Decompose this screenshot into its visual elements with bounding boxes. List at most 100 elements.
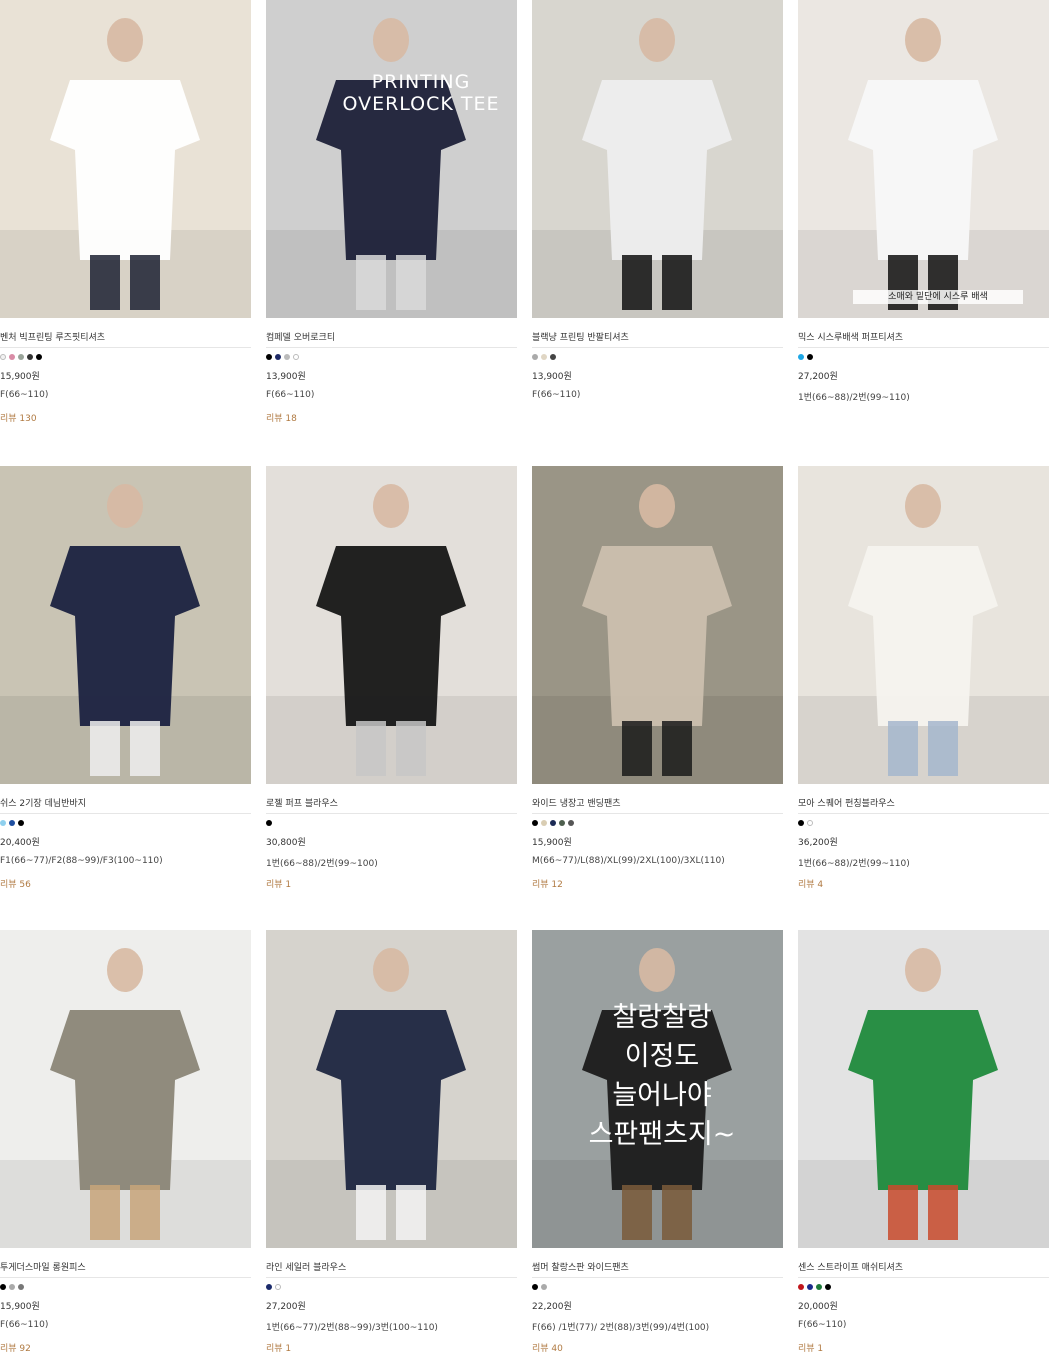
product-image[interactable] <box>0 0 251 318</box>
color-swatch <box>532 820 538 826</box>
divider <box>798 347 1049 348</box>
review-count[interactable]: 리뷰 12 <box>532 877 563 890</box>
product-name[interactable]: 로젤 퍼프 블라우스 <box>266 796 517 809</box>
review-count[interactable]: 리뷰 1 <box>798 1341 823 1354</box>
product-name[interactable]: 센스 스트라이프 매쉬티셔츠 <box>798 1260 1049 1273</box>
color-swatches <box>266 354 299 362</box>
color-swatch <box>559 820 565 826</box>
striped-mesh-tshirt-photo <box>798 930 1049 1248</box>
product-image[interactable] <box>0 466 251 784</box>
divider <box>798 813 1049 814</box>
divider <box>798 1277 1049 1278</box>
product-price: 15,900원 <box>532 838 572 848</box>
color-swatch <box>0 354 6 360</box>
color-swatch <box>0 820 6 826</box>
cat-tshirt-photo <box>532 0 783 318</box>
product-size: F(66~110) <box>0 1320 49 1330</box>
product-name[interactable]: 쉬스 2기장 데님반바지 <box>0 796 251 809</box>
product-image[interactable] <box>0 930 251 1248</box>
product-name[interactable]: 썸머 찰랑스판 와이드팬츠 <box>532 1260 783 1273</box>
divider <box>266 813 517 814</box>
color-swatch <box>9 820 15 826</box>
review-count[interactable]: 리뷰 1 <box>266 877 291 890</box>
product-price: 13,900원 <box>266 372 306 382</box>
image-overlay-text: 찰랑찰랑 이정도 늘어나야 스판팬츠지~ <box>588 1002 736 1151</box>
color-swatch <box>293 354 299 360</box>
product-price: 27,200원 <box>798 372 838 382</box>
color-swatch <box>0 1284 6 1290</box>
product-name[interactable]: 모아 스퀘어 펀칭블라우스 <box>798 796 1049 809</box>
review-count[interactable]: 리뷰 1 <box>266 1341 291 1354</box>
product-price: 20,400원 <box>0 838 40 848</box>
product-name[interactable]: 투게더스마일 롱원피스 <box>0 1260 251 1273</box>
product-price: 36,200원 <box>798 838 838 848</box>
seethrough-tshirt-photo <box>798 0 1049 318</box>
wide-pants-photo <box>532 466 783 784</box>
color-swatch <box>807 820 813 826</box>
product-image[interactable] <box>532 0 783 318</box>
review-count[interactable]: 리뷰 40 <box>532 1341 563 1354</box>
product-image[interactable] <box>266 930 517 1248</box>
punching-blouse-photo <box>798 466 1049 784</box>
color-swatch <box>266 354 272 360</box>
product-size: 1번(66~77)/2번(88~99)/3번(100~110) <box>266 1323 438 1333</box>
color-swatches <box>532 820 574 828</box>
product-image[interactable]: 소매와 밑단에 시스루 배색 <box>798 0 1049 318</box>
divider <box>0 1277 251 1278</box>
color-swatches <box>532 1284 547 1292</box>
review-count[interactable]: 리뷰 130 <box>0 411 37 424</box>
color-swatch <box>266 820 272 826</box>
product-image[interactable] <box>532 466 783 784</box>
color-swatches <box>798 1284 831 1292</box>
color-swatch <box>541 1284 547 1290</box>
product-name[interactable]: 믹스 시스루배색 퍼프티셔츠 <box>798 330 1049 343</box>
image-overlay-text: 소매와 밑단에 시스루 배색 <box>853 290 1023 305</box>
divider <box>266 1277 517 1278</box>
denim-shorts-photo <box>0 466 251 784</box>
color-swatches <box>532 354 556 362</box>
product-price: 15,900원 <box>0 1302 40 1312</box>
product-image[interactable]: 찰랑찰랑 이정도 늘어나야 스판팬츠지~ <box>532 930 783 1248</box>
color-swatch <box>9 354 15 360</box>
color-swatch <box>18 1284 24 1290</box>
black-blouse-photo <box>266 466 517 784</box>
color-swatch <box>27 354 33 360</box>
divider <box>532 347 783 348</box>
color-swatch <box>275 1284 281 1290</box>
product-name[interactable]: 벤처 빅프린팅 루즈핏티셔츠 <box>0 330 251 343</box>
color-swatch <box>36 354 42 360</box>
product-size: F(66~110) <box>0 390 49 400</box>
divider <box>266 347 517 348</box>
divider <box>532 1277 783 1278</box>
color-swatches <box>798 820 813 828</box>
product-size: 1번(66~88)/2번(99~100) <box>266 859 378 869</box>
color-swatch <box>541 820 547 826</box>
color-swatches <box>798 354 813 362</box>
product-size: 1번(66~88)/2번(99~110) <box>798 859 910 869</box>
product-name[interactable]: 와이드 냉장고 밴딩팬츠 <box>532 796 783 809</box>
color-swatches <box>0 820 24 828</box>
color-swatches <box>0 1284 24 1292</box>
product-price: 13,900원 <box>532 372 572 382</box>
product-image[interactable] <box>798 930 1049 1248</box>
review-count[interactable]: 리뷰 92 <box>0 1341 31 1354</box>
product-size: F(66~110) <box>266 390 315 400</box>
divider <box>532 813 783 814</box>
color-swatch <box>275 354 281 360</box>
color-swatch <box>825 1284 831 1290</box>
review-count[interactable]: 리뷰 4 <box>798 877 823 890</box>
review-count[interactable]: 리뷰 18 <box>266 411 297 424</box>
product-name[interactable]: 블랙냥 프린팅 반팔티셔츠 <box>532 330 783 343</box>
product-name[interactable]: 라인 세일러 블라우스 <box>266 1260 517 1273</box>
color-swatch <box>541 354 547 360</box>
product-size: F(66~110) <box>532 390 581 400</box>
product-name[interactable]: 컴페델 오버로크티 <box>266 330 517 343</box>
color-swatch <box>532 1284 538 1290</box>
color-swatches <box>0 354 42 362</box>
product-image[interactable] <box>798 466 1049 784</box>
product-image[interactable]: PRINTING OVERLOCK TEE <box>266 0 517 318</box>
product-size: F1(66~77)/F2(88~99)/F3(100~110) <box>0 856 163 866</box>
review-count[interactable]: 리뷰 56 <box>0 877 31 890</box>
color-swatch <box>532 354 538 360</box>
product-image[interactable] <box>266 466 517 784</box>
